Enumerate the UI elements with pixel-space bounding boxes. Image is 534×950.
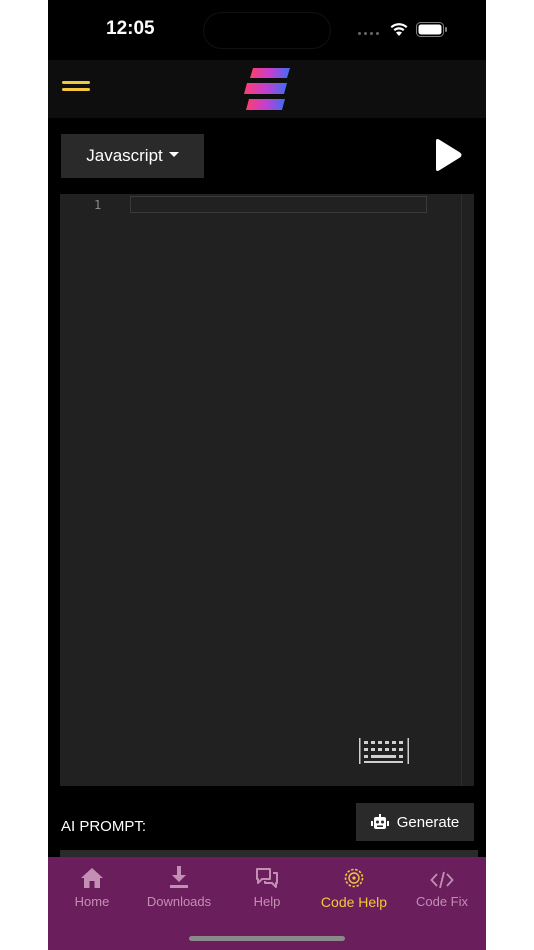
caret-down-icon — [168, 152, 179, 157]
code-editor[interactable]: 1 — [60, 194, 474, 786]
dynamic-island — [203, 12, 331, 49]
editor-scrollbar[interactable] — [461, 194, 462, 786]
home-indicator[interactable] — [189, 936, 345, 941]
tab-label-downloads: Downloads — [146, 894, 212, 909]
ai-gear-icon — [344, 868, 364, 888]
ai-prompt-label: AI PROMPT: — [61, 818, 147, 835]
robot-icon — [370, 814, 389, 829]
tab-label-home: Home — [74, 894, 110, 909]
status-time: 12:05 — [106, 18, 155, 39]
generate-label: Generate — [396, 813, 460, 831]
play-icon[interactable] — [432, 138, 464, 172]
tab-label-code-fix: Code Fix — [415, 894, 469, 909]
app-logo — [244, 68, 290, 110]
code-icon — [430, 871, 454, 889]
battery-icon — [416, 22, 447, 37]
chat-bubbles-icon — [256, 868, 278, 888]
tab-label-help: Help — [253, 894, 281, 909]
tab-code-fix[interactable]: Code Fix — [398, 865, 486, 909]
tab-home[interactable]: Home — [48, 865, 136, 909]
keyboard-icon[interactable] — [357, 734, 411, 768]
tab-help[interactable]: Help — [223, 865, 311, 909]
cellular-signal-icon — [358, 32, 379, 35]
status-bar: 12:05 — [48, 0, 486, 60]
language-dropdown[interactable]: Javascript — [61, 134, 204, 178]
tab-label-code-help: Code Help — [320, 894, 388, 910]
generate-button[interactable]: Generate — [356, 803, 474, 841]
active-line-highlight — [130, 196, 427, 213]
line-number: 1 — [94, 198, 102, 212]
language-label: Javascript — [86, 146, 163, 165]
app-bar — [48, 60, 486, 118]
hamburger-menu-button[interactable] — [62, 81, 92, 97]
wifi-icon — [390, 23, 408, 36]
tab-code-help[interactable]: Code Help — [310, 865, 398, 910]
home-icon — [81, 868, 103, 888]
tab-downloads[interactable]: Downloads — [135, 865, 223, 909]
download-icon — [170, 866, 188, 888]
phone-screen: 12:05 Javascript 1 AI PROMPT: Generate H… — [48, 0, 486, 950]
